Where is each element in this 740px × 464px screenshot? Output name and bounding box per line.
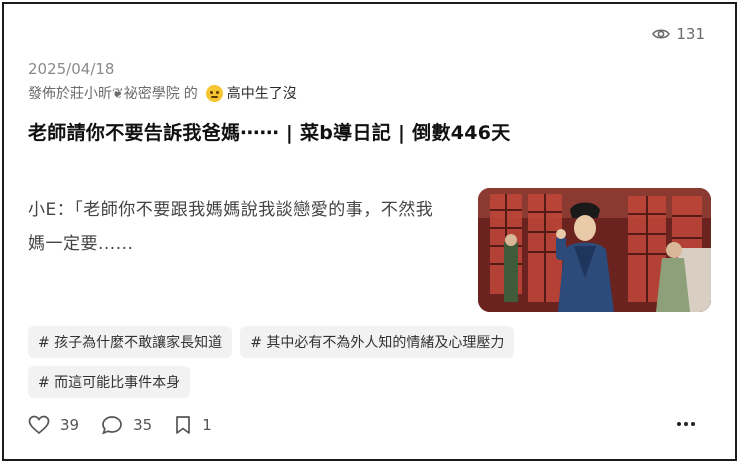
post-title[interactable]: 老師請你不要告訴我爸媽⋯⋯ | 菜b導日記 | 倒數446天 <box>28 118 511 145</box>
worried-face-emoji <box>205 84 223 102</box>
like-count: 39 <box>60 416 80 434</box>
bookmark-count: 1 <box>202 416 212 434</box>
post-card[interactable]: 131 2025/04/18 發佈於 莊小昕 ❦祕密學院 的 高中生了沒 老師請… <box>2 2 737 461</box>
action-bar: 39 35 1 <box>28 415 234 435</box>
bookmark-icon <box>174 415 192 435</box>
eye-icon <box>652 28 671 40</box>
more-horizontal-icon[interactable] <box>677 422 695 426</box>
bookmark-button[interactable]: 1 <box>174 415 212 435</box>
tag-chip[interactable]: # 其中必有不為外人知的情緒及心理壓力 <box>240 326 515 358</box>
tag-list: # 孩子為什麼不敢讓家長知道 # 其中必有不為外人知的情緒及心理壓力 # 而這可能… <box>28 326 648 406</box>
like-button[interactable]: 39 <box>28 415 79 435</box>
posted-in-line: 發佈於 莊小昕 ❦祕密學院 的 高中生了沒 <box>28 83 297 103</box>
comment-count: 35 <box>133 416 153 434</box>
thumbnail-image <box>478 188 711 312</box>
post-date: 2025/04/18 <box>28 60 115 78</box>
view-count-value: 131 <box>676 25 705 43</box>
comment-button[interactable]: 35 <box>101 415 152 435</box>
tag-chip[interactable]: # 孩子為什麼不敢讓家長知道 <box>28 326 233 358</box>
tag-chip[interactable]: # 而這可能比事件本身 <box>28 366 191 398</box>
comment-bubble-icon <box>101 415 123 435</box>
author-suffix: ❦祕密學院 <box>112 86 180 102</box>
heart-icon <box>28 415 50 435</box>
posted-prefix: 發佈於 <box>28 86 70 102</box>
posted-mid: 的 <box>183 86 198 102</box>
post-thumbnail[interactable] <box>478 188 711 312</box>
post-excerpt[interactable]: 小E：「老師你不要跟我媽媽說我談戀愛的事，不然我媽一定要...... <box>28 193 448 261</box>
author-name[interactable]: 莊小昕 <box>70 83 112 103</box>
view-count: 131 <box>652 25 705 43</box>
board-link[interactable]: 高中生了沒 <box>227 83 297 103</box>
